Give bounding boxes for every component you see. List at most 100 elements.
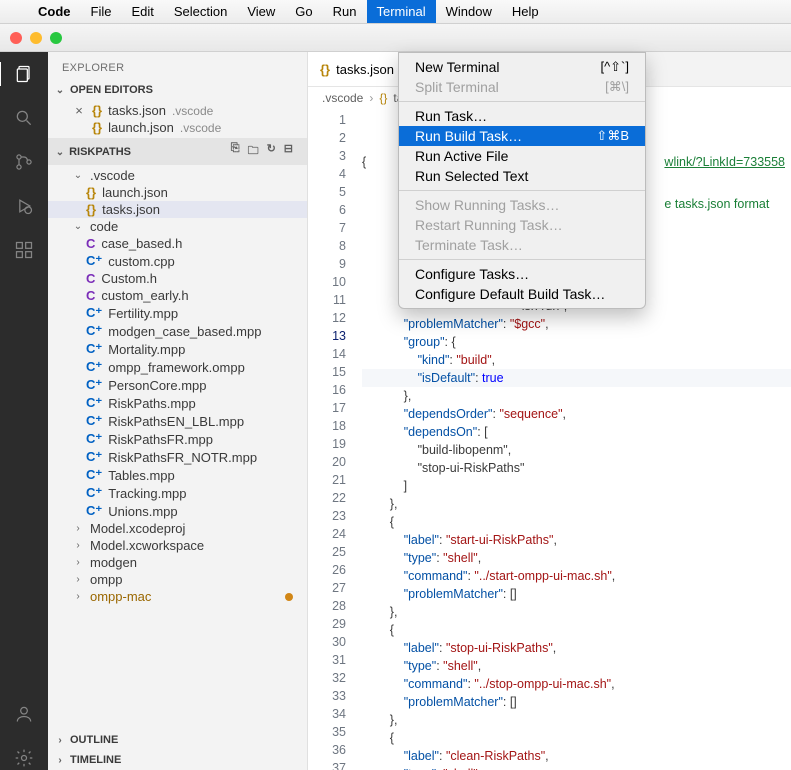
menu-split-terminal: Split Terminal[⌘\] (399, 77, 645, 97)
file-item[interactable]: C⁺ RiskPathsFR.mpp (48, 430, 307, 448)
file-name: Tables.mpp (108, 468, 174, 483)
file-item[interactable]: C⁺modgen_case_based.mpp (48, 322, 307, 340)
menu-run-build-task[interactable]: Run Build Task…⇧⌘B (399, 126, 645, 146)
file-item[interactable]: Ccustom_early.h (48, 287, 307, 304)
json-icon: {} (379, 91, 387, 105)
file-item[interactable]: C⁺Fertility.mpp (48, 304, 307, 322)
file-item[interactable]: C⁺ Tracking.mpp (48, 484, 307, 502)
menu-help[interactable]: Help (502, 0, 549, 23)
file-item[interactable]: C⁺RiskPaths.mpp (48, 394, 307, 412)
file-item[interactable]: C⁺RiskPathsFR_NOTR.mpp (48, 448, 307, 466)
menu-window[interactable]: Window (436, 0, 502, 23)
search-icon[interactable] (12, 106, 36, 130)
extensions-icon[interactable] (12, 238, 36, 262)
settings-gear-icon[interactable] (12, 746, 36, 770)
menu-run-selected-text[interactable]: Run Selected Text (399, 166, 645, 186)
file-name: Tracking.mpp (108, 486, 186, 501)
h-icon: C (86, 236, 95, 251)
file-item[interactable]: {}tasks.json (48, 201, 307, 218)
file-item[interactable]: CCustom.h (48, 270, 307, 287)
minimize-window-button[interactable] (30, 32, 42, 44)
folder-name: modgen (90, 555, 137, 570)
file-item[interactable]: C⁺custom.cpp (48, 252, 307, 270)
collapse-all-icon[interactable]: ⊟ (284, 142, 293, 161)
folder-name: Model.xcodeproj (90, 521, 185, 536)
file-item[interactable]: C⁺Tables.mpp (48, 466, 307, 484)
outline-header[interactable]: ›OUTLINE (48, 730, 307, 750)
url-link[interactable]: wlink/?LinkId=733558 (664, 155, 785, 169)
open-editor-item[interactable]: {} launch.json .vscode (48, 119, 307, 136)
file-item[interactable]: {} launch.json (48, 184, 307, 201)
mpp-icon: C⁺ (86, 395, 102, 411)
mpp-icon: C⁺ (86, 323, 102, 339)
h-icon: C (86, 288, 95, 303)
menu-new-terminal[interactable]: New Terminal[^⇧`] (399, 57, 645, 77)
file-name: Custom.h (101, 271, 157, 286)
mpp-icon: C⁺ (86, 413, 102, 429)
close-window-button[interactable] (10, 32, 22, 44)
open-editors-header[interactable]: ⌄ OPEN EDITORS (48, 80, 307, 100)
folder-item[interactable]: ›ompp (48, 571, 307, 588)
menu-run-active-file[interactable]: Run Active File (399, 146, 645, 166)
chevron-right-icon: › (54, 755, 66, 766)
accounts-icon[interactable] (12, 702, 36, 726)
file-item[interactable]: C⁺ompp_framework.ompp (48, 358, 307, 376)
file-name: Unions.mpp (108, 504, 177, 519)
modified-indicator-icon (285, 593, 293, 601)
timeline-label: TIMELINE (70, 754, 121, 766)
folder-item[interactable]: ›Model.xcworkspace (48, 537, 307, 554)
menu-run-task[interactable]: Run Task… (399, 106, 645, 126)
menu-file[interactable]: File (81, 0, 122, 23)
editor-tab[interactable]: {} tasks.json (308, 52, 407, 86)
file-name: RiskPathsEN_LBL.mpp (108, 414, 244, 429)
file-name: Fertility.mpp (108, 306, 178, 321)
menu-show-running: Show Running Tasks… (399, 195, 645, 215)
file-item[interactable]: C⁺ RiskPathsEN_LBL.mpp (48, 412, 307, 430)
new-folder-icon[interactable]: 🗀 (248, 142, 259, 161)
menu-separator (399, 259, 645, 260)
run-debug-icon[interactable] (12, 194, 36, 218)
timeline-header[interactable]: › TIMELINE (48, 750, 307, 770)
open-editor-item[interactable]: × {} tasks.json .vscode (48, 102, 307, 119)
project-header[interactable]: ⌄ RISKPATHS ⎘ 🗀 ↻ ⊟ (48, 138, 307, 165)
file-name: launch.json (102, 185, 168, 200)
zoom-window-button[interactable] (50, 32, 62, 44)
menu-terminal[interactable]: Terminal (367, 0, 436, 23)
mpp-icon: C⁺ (86, 431, 102, 447)
chevron-down-icon: ⌄ (72, 170, 84, 181)
menu-configure-tasks[interactable]: Configure Tasks… (399, 264, 645, 284)
menu-view[interactable]: View (237, 0, 285, 23)
menu-run[interactable]: Run (323, 0, 367, 23)
mpp-icon: C⁺ (86, 449, 102, 465)
folder-item[interactable]: ›modgen (48, 554, 307, 571)
menu-app[interactable]: Code (28, 0, 81, 23)
file-item[interactable]: C⁺Unions.mpp (48, 502, 307, 520)
json-icon: {} (92, 120, 102, 135)
source-control-icon[interactable] (12, 150, 36, 174)
file-path: .vscode (180, 121, 221, 135)
explorer-icon[interactable] (0, 62, 47, 86)
folder-item[interactable]: ›Model.xcodeproj (48, 520, 307, 537)
mpp-icon: C⁺ (86, 341, 102, 357)
menu-go[interactable]: Go (285, 0, 322, 23)
project-name: RISKPATHS (69, 146, 131, 158)
file-name: RiskPathsFR.mpp (108, 432, 213, 447)
file-item[interactable]: Ccase_based.h (48, 235, 307, 252)
new-file-icon[interactable]: ⎘ (231, 142, 240, 161)
folder-name: .vscode (90, 168, 135, 183)
close-icon[interactable]: × (72, 103, 86, 118)
json-icon: {} (86, 185, 96, 200)
file-item[interactable]: C⁺PersonCore.mpp (48, 376, 307, 394)
menu-selection[interactable]: Selection (164, 0, 237, 23)
folder-name: ompp-mac (90, 589, 151, 604)
mpp-icon: C⁺ (86, 485, 102, 501)
breadcrumb-item[interactable]: .vscode (322, 91, 363, 105)
folder-code[interactable]: ⌄code (48, 218, 307, 235)
refresh-icon[interactable]: ↻ (267, 142, 276, 161)
file-item[interactable]: C⁺Mortality.mpp (48, 340, 307, 358)
folder-vscode[interactable]: ⌄ .vscode (48, 167, 307, 184)
menu-configure-default[interactable]: Configure Default Build Task… (399, 284, 645, 304)
menu-edit[interactable]: Edit (121, 0, 163, 23)
file-name: tasks.json (108, 103, 166, 118)
folder-item[interactable]: ›ompp-mac (48, 588, 307, 605)
